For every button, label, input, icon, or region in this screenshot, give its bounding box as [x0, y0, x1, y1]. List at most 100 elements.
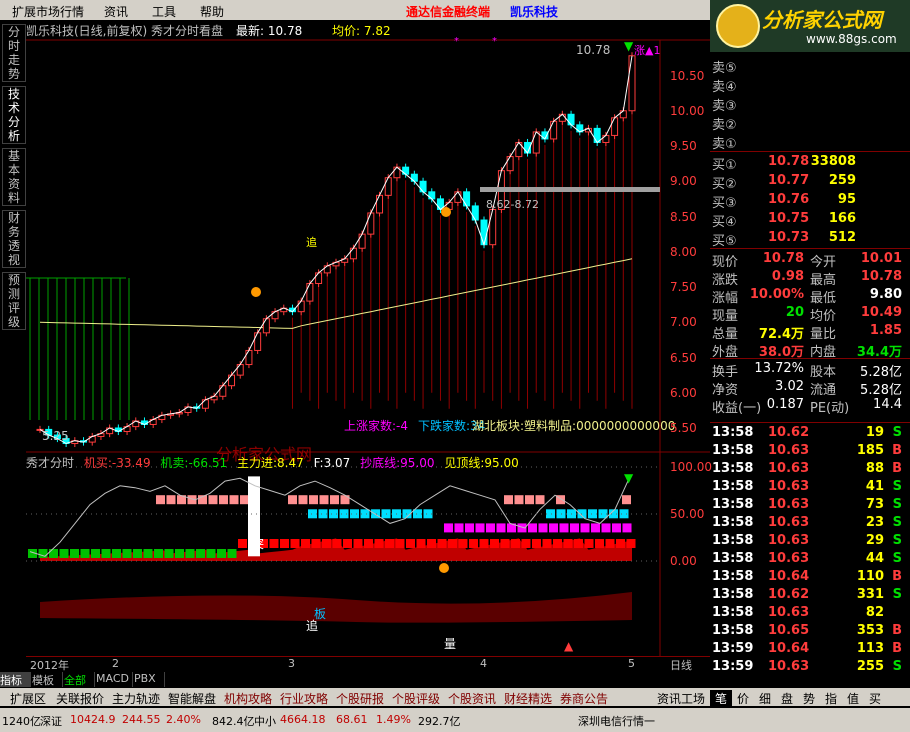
buy-row[interactable]: 买⑤ 10.73 512 — [710, 229, 910, 249]
tick-volume: 110 — [856, 569, 884, 584]
tick-row[interactable]: 13:59 10.64 113 B — [710, 640, 910, 658]
section-finance-picks[interactable]: 财经精选 — [504, 690, 552, 707]
magenta-signal-block — [444, 523, 453, 533]
side-tab-intraday[interactable]: 分时走势 — [2, 24, 26, 82]
tick-row[interactable]: 13:58 10.63 185 B — [710, 442, 910, 460]
quote-divider — [710, 151, 910, 152]
section-stock-news[interactable]: 个股资讯 — [448, 690, 496, 707]
section-stock-report[interactable]: 个股研报 — [336, 690, 384, 707]
menu-tools[interactable]: 工具 — [152, 3, 176, 20]
tick-row[interactable]: 13:58 10.63 44 S — [710, 550, 910, 568]
tick-row[interactable]: 13:58 10.63 82 — [710, 604, 910, 622]
sell-row[interactable]: 卖② — [710, 113, 910, 133]
tab-all[interactable]: 全部 — [64, 672, 95, 687]
indicator-tick-label: 100.00 — [670, 460, 712, 474]
section-broker-notice[interactable]: 券商公告 — [560, 690, 608, 707]
tab-ticks[interactable]: 笔 — [710, 690, 732, 707]
tick-list[interactable]: 13:58 10.62 19 S 13:58 10.63 185 B 13:58 10.63 88 B… — [710, 422, 910, 687]
green-signal-block — [196, 549, 205, 558]
candle-down — [428, 191, 436, 200]
kline-chart-area[interactable]: 凯乐科技(日线,前复权) 秀才分时看盘 最新: 10.78 均价: 7.82 *… — [26, 20, 712, 660]
buy-level-label: 买① — [712, 158, 737, 173]
tick-row[interactable]: 13:58 10.63 41 S — [710, 478, 910, 496]
tick-row[interactable]: 13:58 10.63 29 S — [710, 532, 910, 550]
buy-row[interactable]: 买① 10.78 33808 — [710, 153, 910, 173]
tick-price: 10.63 — [768, 605, 810, 620]
price-tick-label: 9.50 — [670, 139, 697, 153]
candle-up — [376, 194, 384, 214]
indicator-header: 秀才分时 机买:-33.49 机卖:-66.51 主力进:8.47 F:3.07… — [26, 454, 519, 471]
tick-row[interactable]: 13:59 10.63 255 S — [710, 658, 910, 676]
side-tab-fundamentals[interactable]: 基本资料 — [2, 148, 26, 206]
buy-volume: 33808 — [810, 154, 856, 169]
tick-row[interactable]: 13:58 10.63 23 S — [710, 514, 910, 532]
time-label-year: 2012年 — [30, 659, 69, 672]
tick-row[interactable]: 13:58 10.65 353 B — [710, 622, 910, 640]
tab-trend[interactable]: 势 — [798, 690, 820, 707]
tick-row[interactable]: 13:58 10.63 73 S — [710, 496, 910, 514]
sell-level-label: 卖① — [712, 137, 737, 152]
stat-row: 涨跌 0.98 最高 10.78 — [710, 268, 910, 288]
tick-row[interactable]: 13:58 10.62 331 S — [710, 586, 910, 604]
menu-news[interactable]: 资讯 — [104, 3, 128, 20]
magenta-signal-block — [601, 523, 611, 533]
tab-detail[interactable]: 细 — [754, 690, 776, 707]
buy-row[interactable]: 买④ 10.75 166 — [710, 210, 910, 230]
section-institution[interactable]: 机构攻略 — [224, 690, 272, 707]
tab-info-workshop[interactable]: 资讯工场 — [654, 690, 708, 707]
logo-title: 分析家公式网 — [762, 8, 882, 32]
side-tab-forecast[interactable]: 预测评级 — [2, 272, 26, 330]
tick-row[interactable]: 13:58 10.64 110 B — [710, 568, 910, 586]
section-extend[interactable]: 扩展区 — [10, 690, 46, 707]
tab-index[interactable]: 指 — [820, 690, 842, 707]
menu-help[interactable]: 帮助 — [200, 3, 224, 20]
tick-time: 13:58 — [712, 587, 754, 602]
inst-buy-label: 机买:-33.49 — [83, 456, 151, 470]
side-tab-financials[interactable]: 财务透视 — [2, 210, 26, 268]
sell-row[interactable]: 卖⑤ — [710, 56, 910, 76]
red-arrow-icon: ▲ — [564, 639, 574, 653]
tab-book[interactable]: 盘 — [776, 690, 798, 707]
candle-up — [602, 134, 610, 143]
tick-volume: 41 — [865, 479, 884, 494]
tab-template[interactable]: 模板 — [32, 672, 63, 687]
sell-row[interactable]: 卖③ — [710, 94, 910, 114]
sell-row[interactable]: 卖④ — [710, 75, 910, 95]
section-main-track[interactable]: 主力轨迹 — [112, 690, 160, 707]
buy-row[interactable]: 买③ 10.76 95 — [710, 191, 910, 211]
candle-up — [384, 177, 392, 196]
candle-up — [358, 233, 366, 249]
quote-divider — [710, 248, 910, 249]
section-industry[interactable]: 行业攻略 — [280, 690, 328, 707]
tab-value[interactable]: 值 — [842, 690, 864, 707]
status-sme-label: 中小 — [254, 715, 276, 728]
sell-row[interactable]: 卖① — [710, 132, 910, 152]
indicator-tick-label: 50.00 — [670, 507, 705, 521]
tab-buy[interactable]: 买 — [864, 690, 886, 707]
period-label[interactable]: 日线 — [670, 657, 692, 673]
menu-extended-market[interactable]: 扩展市场行情 — [12, 3, 84, 20]
red-signal-block — [374, 539, 384, 548]
tick-time: 13:58 — [712, 515, 754, 530]
tab-macd[interactable]: MACD — [96, 672, 133, 687]
side-tab-technical[interactable]: 技术分析 — [2, 86, 26, 144]
candle-up — [611, 117, 619, 136]
tab-indicator[interactable]: 指标 — [0, 672, 31, 687]
section-smart-analysis[interactable]: 智能解盘 — [168, 690, 216, 707]
tab-price[interactable]: 价 — [732, 690, 754, 707]
tab-pbx[interactable]: PBX — [134, 672, 165, 687]
tick-volume: 82 — [865, 605, 884, 620]
red-signal-block — [595, 539, 604, 548]
section-related-quote[interactable]: 关联报价 — [56, 690, 104, 707]
status-sz-label: 深证 — [40, 715, 62, 728]
status-sz-pct: 2.40% — [166, 713, 201, 726]
buy-row[interactable]: 买② 10.77 259 — [710, 172, 910, 192]
tick-row[interactable]: 13:58 10.63 88 B — [710, 460, 910, 478]
section-stock-rating[interactable]: 个股评级 — [392, 690, 440, 707]
green-signal-block — [91, 549, 100, 558]
top-star-marker: * — [454, 36, 459, 47]
sell-level-label: 卖④ — [712, 80, 737, 95]
stat-row: 收益(一) 0.187 PE(动) 14.4 — [710, 396, 910, 416]
tick-price: 10.62 — [768, 425, 810, 440]
tick-row[interactable]: 13:58 10.62 19 S — [710, 424, 910, 442]
